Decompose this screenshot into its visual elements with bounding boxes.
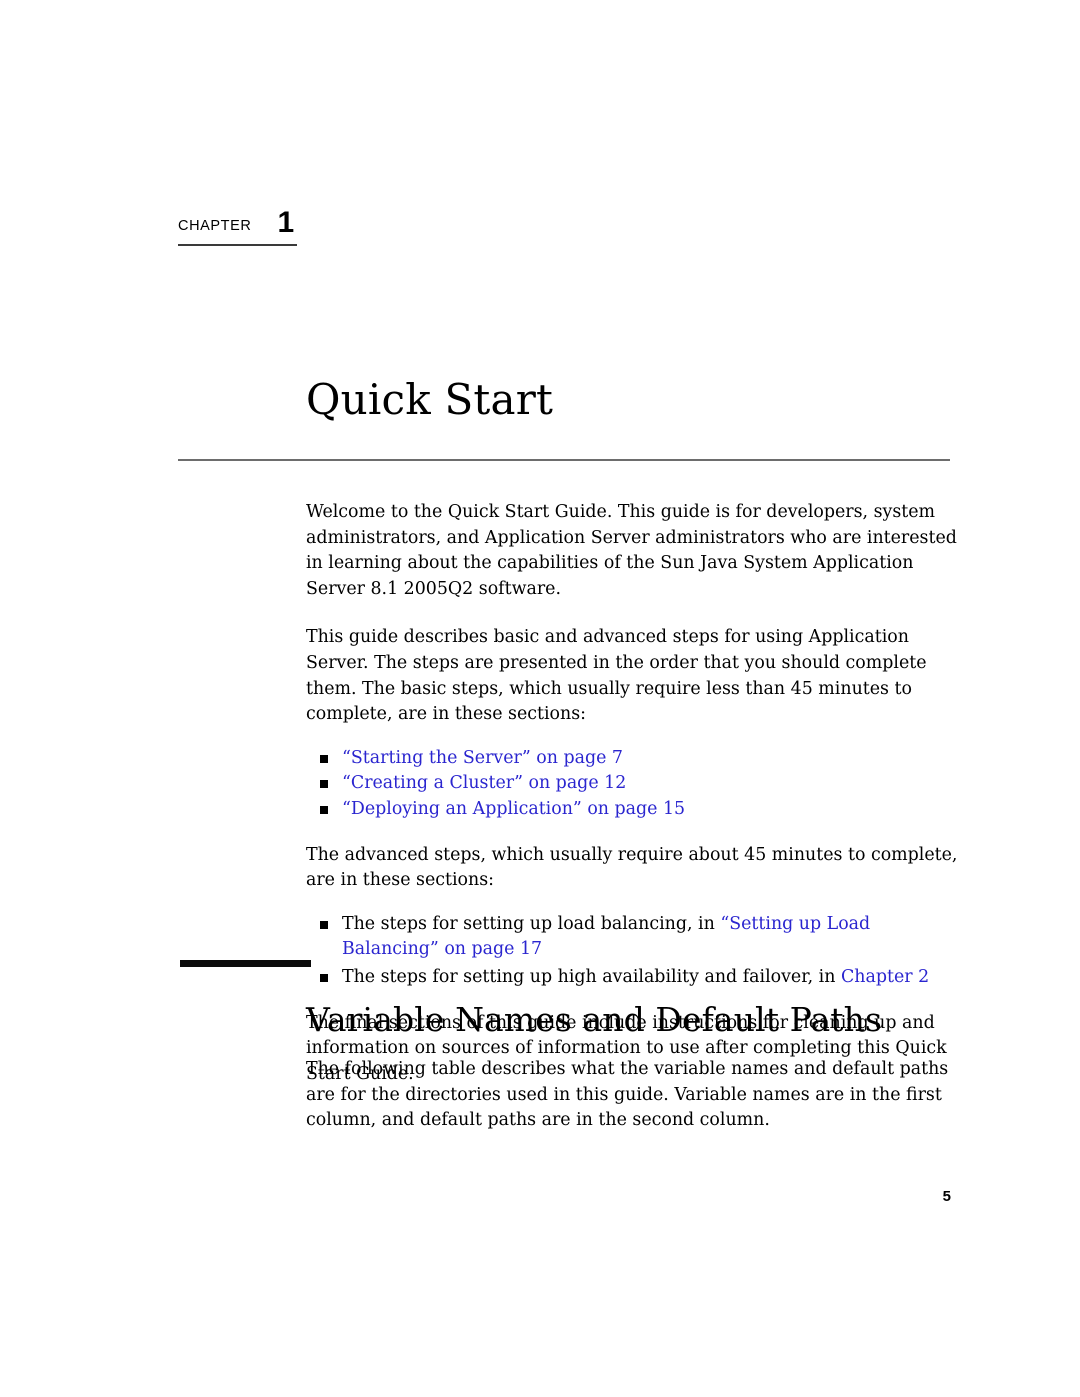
section-content: The following table describes what the v… <box>306 1057 961 1157</box>
section-heading-bar <box>180 960 311 967</box>
chapter-marker-line: CHAPTER 1 <box>178 206 478 238</box>
list-item: The steps for setting up load balancing,… <box>306 912 958 963</box>
link-starting-the-server[interactable]: “Starting the Server” on page 7 <box>342 748 623 768</box>
section-paragraph: The following table describes what the v… <box>306 1059 949 1131</box>
list-item-lead-text: The steps for setting up high availabili… <box>342 966 841 987</box>
list-item: “Starting the Server” on page 7 <box>306 746 958 772</box>
chapter-label: CHAPTER <box>178 218 252 234</box>
chapter-underline-rule <box>178 244 297 246</box>
title-divider-rule <box>178 459 950 461</box>
page-title: Quick Start <box>306 375 554 424</box>
document-page: CHAPTER 1 Quick Start Welcome to the Qui… <box>0 0 1080 1397</box>
chapter-number: 1 <box>277 206 295 239</box>
link-creating-a-cluster[interactable]: “Creating a Cluster” on page 12 <box>342 773 626 793</box>
list-item: “Deploying an Application” on page 15 <box>306 797 958 823</box>
link-chapter-2[interactable]: Chapter 2 <box>841 967 929 987</box>
list-item: The steps for setting up high availabili… <box>306 965 958 991</box>
intro-paragraph-1: Welcome to the Quick Start Guide. This g… <box>306 502 957 599</box>
basic-steps-list: “Starting the Server” on page 7 “Creatin… <box>306 746 958 823</box>
list-item-lead-text: The steps for setting up load balancing,… <box>342 913 721 934</box>
list-item: “Creating a Cluster” on page 12 <box>306 771 958 797</box>
page-number: 5 <box>942 1188 951 1205</box>
intro-paragraph-2: This guide describes basic and advanced … <box>306 627 927 725</box>
chapter-marker: CHAPTER 1 <box>178 206 478 246</box>
advanced-steps-list: The steps for setting up load balancing,… <box>306 912 958 991</box>
section-heading: Variable Names and Default Paths <box>306 1000 882 1039</box>
link-deploying-an-application[interactable]: “Deploying an Application” on page 15 <box>342 799 685 819</box>
intro-paragraph-3: The advanced steps, which usually requir… <box>306 844 958 891</box>
